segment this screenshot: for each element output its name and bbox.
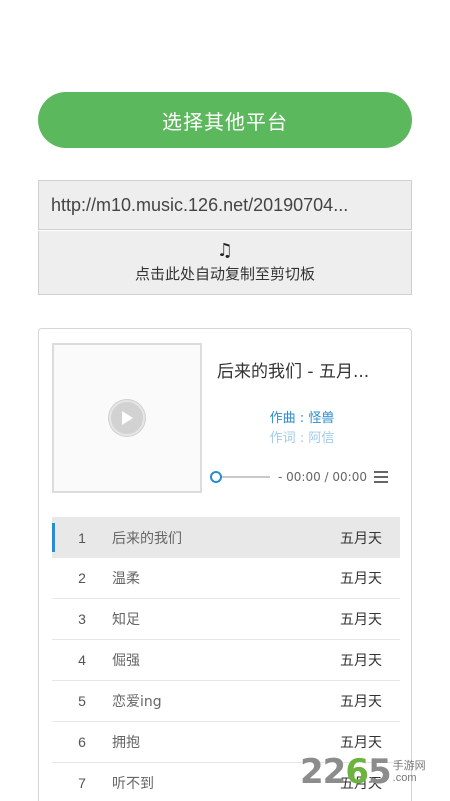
playlist-row[interactable]: 4 倔强 五月天 — [52, 640, 400, 681]
select-platform-button[interactable]: 选择其他平台 — [38, 92, 412, 148]
playlist-row[interactable]: 2 温柔 五月天 — [52, 558, 400, 599]
track-name: 恋爱ing — [112, 694, 162, 710]
album-cover — [52, 343, 202, 493]
track-number: 4 — [78, 652, 86, 668]
url-text: http://m10.music.126.net/20190704... — [51, 194, 349, 215]
track-artist: 五月天 — [340, 735, 382, 751]
playlist-row[interactable]: 5 恋爱ing 五月天 — [52, 681, 400, 722]
track-artist: 五月天 — [340, 571, 382, 587]
play-button[interactable] — [109, 400, 145, 436]
watermark-number: 2265 — [300, 752, 392, 792]
watermark-text: 手游网 .com — [392, 759, 426, 784]
track-number: 6 — [78, 734, 86, 750]
track-name: 后来的我们 — [112, 530, 182, 547]
track-artist: 五月天 — [340, 612, 382, 628]
play-icon — [122, 411, 133, 425]
copy-label: 点击此处自动复制至剪切板 — [134, 264, 315, 283]
track-name: 知足 — [112, 612, 140, 628]
track-number: 2 — [78, 570, 86, 586]
progress-bar[interactable]: - 00:00 / 00:00 — [210, 469, 390, 485]
copy-to-clipboard-button[interactable]: ♫ 点击此处自动复制至剪切板 — [38, 231, 412, 295]
track-artist: 五月天 — [340, 653, 382, 669]
track-number: 1 — [78, 529, 86, 546]
track-artist: 五月天 — [340, 530, 382, 547]
lyricist-credit: 作词 : 阿信 — [269, 431, 335, 446]
track-number: 3 — [78, 611, 86, 627]
url-field[interactable]: http://m10.music.126.net/20190704... — [38, 180, 412, 230]
playlist-row[interactable]: 3 知足 五月天 — [52, 599, 400, 640]
track-name: 温柔 — [112, 571, 140, 587]
track-name: 倔强 — [112, 653, 140, 669]
playlist-menu-icon[interactable] — [374, 471, 388, 483]
music-note-icon: ♫ — [216, 239, 234, 261]
track-number: 7 — [78, 775, 86, 791]
time-display: - 00:00 / 00:00 — [278, 470, 367, 484]
music-player: 后来的我们 - 五月... 作曲 : 怪兽 作词 : 阿信 - 00:00 / … — [38, 328, 412, 801]
site-watermark: 2265 手游网 .com — [300, 752, 426, 792]
track-artist: 五月天 — [340, 694, 382, 710]
composer-credit: 作曲 : 怪兽 — [269, 411, 335, 426]
select-platform-label: 选择其他平台 — [162, 109, 288, 134]
playlist-row[interactable]: 1 后来的我们 五月天 — [52, 517, 400, 558]
progress-knob[interactable] — [210, 471, 222, 483]
song-title: 后来的我们 - 五月... — [217, 362, 370, 382]
progress-track[interactable] — [222, 476, 270, 478]
track-number: 5 — [78, 693, 86, 709]
track-name: 听不到 — [112, 776, 154, 792]
track-name: 拥抱 — [112, 735, 140, 751]
